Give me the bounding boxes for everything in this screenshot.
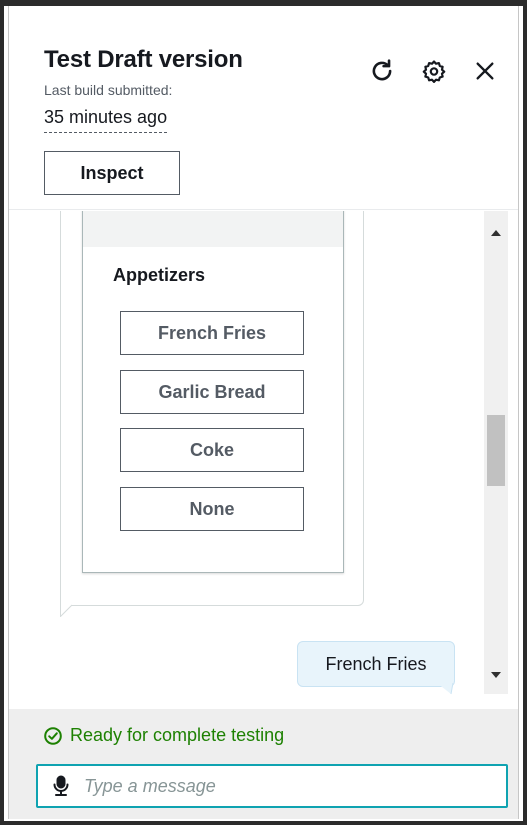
scrollbar-thumb[interactable]: [487, 415, 505, 486]
refresh-icon[interactable]: [367, 56, 397, 86]
user-bubble-tail: [437, 683, 453, 695]
user-message-text: French Fries: [325, 653, 427, 674]
microphone-icon[interactable]: [38, 766, 84, 806]
status-text: Ready for complete testing: [70, 725, 285, 745]
settings-icon[interactable]: [419, 56, 449, 86]
bot-bubble-tail: [60, 599, 78, 617]
scroll-down-arrow-icon[interactable]: [484, 667, 508, 683]
card-title: Appetizers: [113, 265, 206, 285]
user-message-bubble: French Fries: [297, 641, 455, 687]
scroll-up-arrow-icon[interactable]: [484, 225, 508, 241]
option-button-none[interactable]: None: [120, 487, 304, 531]
message-input-container: [36, 764, 508, 808]
card-image-area: [83, 211, 343, 247]
test-panel: Test Draft version Last build submitted:…: [8, 6, 519, 819]
panel-title: Test Draft version: [44, 46, 243, 73]
option-button-coke[interactable]: Coke: [120, 428, 304, 472]
chat-scrollbar[interactable]: [484, 211, 508, 694]
close-icon[interactable]: [470, 56, 500, 86]
message-input[interactable]: [84, 767, 506, 805]
panel-header: Test Draft version Last build submitted:…: [9, 6, 518, 210]
build-subtitle: Last build submitted:: [44, 82, 173, 98]
option-button-french-fries[interactable]: French Fries: [120, 311, 304, 355]
chat-transcript: Appetizers French Fries Garlic Bread Cok…: [9, 211, 518, 709]
inspect-button[interactable]: Inspect: [44, 151, 180, 195]
check-circle-icon: [44, 726, 62, 745]
response-card: Appetizers French Fries Garlic Bread Cok…: [82, 211, 344, 573]
build-time[interactable]: 35 minutes ago: [44, 107, 168, 133]
panel-footer: Ready for complete testing: [9, 709, 518, 819]
status-indicator: Ready for complete testing: [44, 725, 284, 746]
option-button-garlic-bread[interactable]: Garlic Bread: [120, 370, 304, 414]
